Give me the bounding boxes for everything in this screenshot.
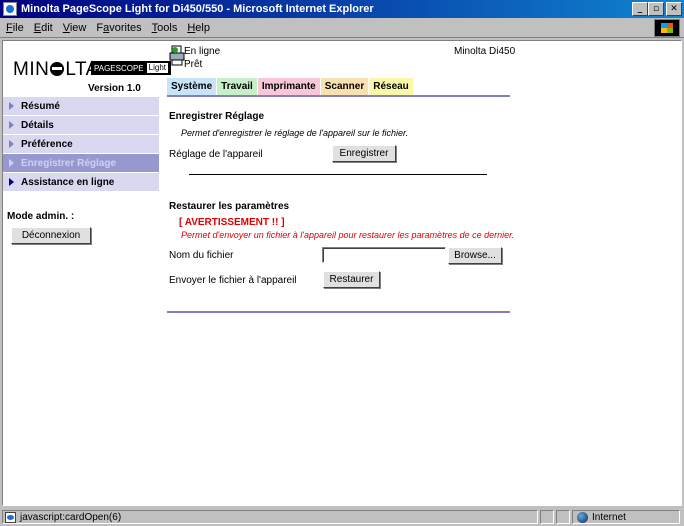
tab-travail[interactable]: Travail [217,78,257,95]
globe-icon [577,511,588,523]
bottom-divider [167,311,510,313]
minimize-button[interactable]: _ [632,2,648,16]
file-name-label: Nom du fichier [169,250,234,261]
close-icon: ✕ [670,4,678,14]
menu-bar: File Edit View Favorites Tools Help [0,18,684,38]
admin-mode-label: Mode admin. : [7,211,75,222]
window-controls: _ ▫ ✕ [632,2,682,16]
save-button[interactable]: Enregistrer [332,145,396,162]
pagescope-badge: PAGESCOPE Light [91,61,172,75]
status-panel-progress [540,510,554,524]
send-file-label: Envoyer le fichier à l'appareil [169,275,297,286]
security-zone-panel: Internet [572,510,680,524]
printer-status-icon [169,45,185,66]
device-settings-label: Réglage de l'appareil [169,149,263,160]
windows-logo-icon [654,19,680,37]
version-label: Version 1.0 [88,83,141,94]
menu-edit[interactable]: Edit [34,22,53,34]
close-button[interactable]: ✕ [666,2,682,16]
tab-reseau[interactable]: Réseau [369,78,413,95]
arrow-right-icon [9,159,14,167]
minolta-logo: MIN LTA [13,59,99,80]
sidebar-item-resume[interactable]: Résumé [3,97,159,115]
status-panel-lock [556,510,570,524]
tab-divider [167,95,510,97]
window-title-bar[interactable]: Minolta PageScope Light for Di450/550 - … [0,0,684,18]
warning-text: Permet d'envoyer un fichier à l'appareil… [181,230,515,240]
restore-button[interactable]: Restaurer [323,271,380,288]
printer-status-ready: Prêt [184,59,203,70]
menu-view[interactable]: View [63,22,87,34]
menu-help[interactable]: Help [187,22,210,34]
tab-imprimante[interactable]: Imprimante [257,78,320,95]
file-name-input[interactable] [322,247,446,263]
browser-content: MIN LTA PAGESCOPE Light Version 1.0 Résumé… [2,40,682,506]
menu-favorites[interactable]: Favorites [96,22,141,34]
section-divider [189,174,487,175]
device-model: Minolta Di450 [454,46,516,57]
tab-systeme[interactable]: Système [167,78,217,95]
sidebar-item-preference[interactable]: Préférence [3,135,159,153]
browse-button[interactable]: Browse... [448,247,502,264]
arrow-right-icon [9,102,14,110]
save-section-title: Enregistrer Réglage [169,111,265,122]
category-tabs: Système Travail Imprimante Scanner Résea… [167,78,414,95]
save-section-note: Permet d'enregistrer le réglage de l'app… [181,128,409,138]
menu-file[interactable]: File [6,22,24,34]
status-text-panel: javascript:cardOpen(6) [2,510,538,524]
window-title: Minolta PageScope Light for Di450/550 - … [21,3,374,15]
restore-section-title: Restaurer les paramètres [169,201,290,212]
ie-app-icon[interactable] [3,2,17,16]
side-nav: Résumé Détails Préférence Enregistrer Ré… [3,97,159,192]
sidebar-item-details[interactable]: Détails [3,116,159,134]
maximize-icon: ▫ [652,4,660,14]
arrow-right-icon [9,178,14,186]
warning-title: [ AVERTISSEMENT !! ] [179,217,285,228]
menu-tools[interactable]: Tools [152,22,178,34]
security-zone-label: Internet [592,511,626,523]
arrow-right-icon [9,140,14,148]
page-icon [5,511,16,523]
sidebar-item-enregistrer-reglage[interactable]: Enregistrer Réglage [3,154,159,172]
arrow-right-icon [9,121,14,129]
tab-scanner[interactable]: Scanner [320,78,369,95]
status-bar: javascript:cardOpen(6) Internet [0,508,684,526]
status-text: javascript:cardOpen(6) [20,511,122,523]
logout-button[interactable]: Déconnexion [11,227,91,244]
sidebar-item-assistance[interactable]: Assistance en ligne [3,173,159,191]
maximize-button[interactable]: ▫ [648,2,664,16]
minimize-icon: _ [637,4,643,14]
printer-status-online: En ligne [184,46,221,57]
